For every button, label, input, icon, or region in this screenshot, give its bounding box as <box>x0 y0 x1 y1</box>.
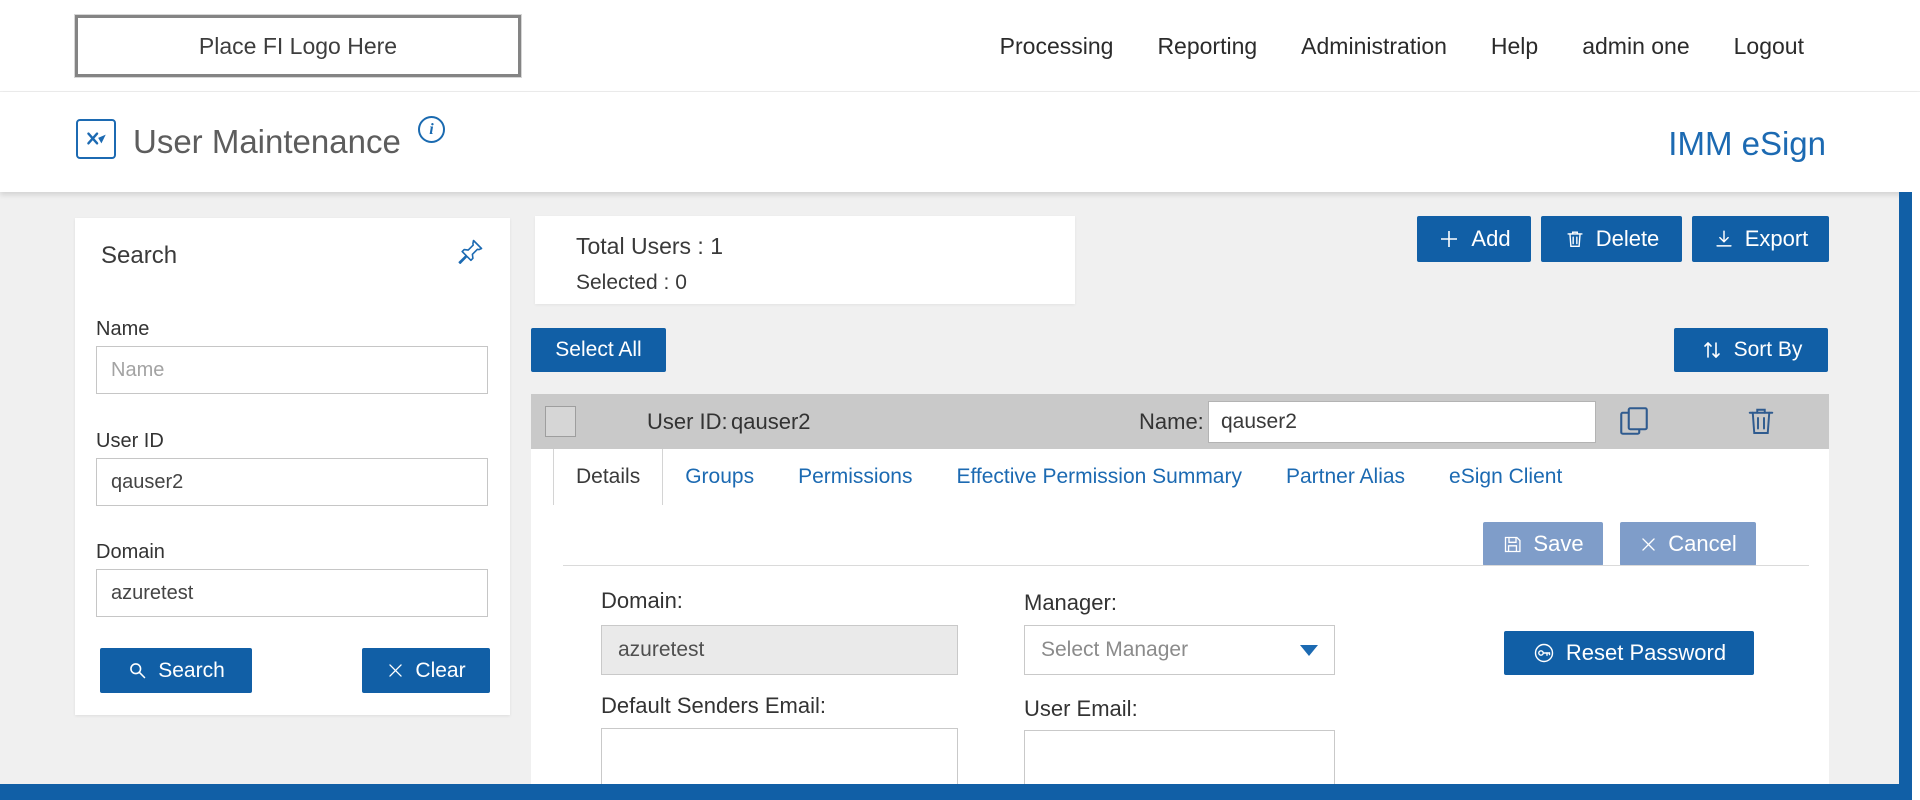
name-input[interactable] <box>1208 401 1596 443</box>
reset-password-button[interactable]: Reset Password <box>1504 631 1754 675</box>
select-all-label: Select All <box>555 338 641 362</box>
export-button[interactable]: Export <box>1692 216 1829 262</box>
delete-button[interactable]: Delete <box>1541 216 1682 262</box>
reset-password-label: Reset Password <box>1566 640 1726 666</box>
domain-field <box>601 625 958 675</box>
user-row-checkbox[interactable] <box>545 406 576 437</box>
delete-button-label: Delete <box>1596 226 1660 252</box>
name-label: Name: * <box>1139 409 1218 435</box>
nav-admin-user[interactable]: admin one <box>1582 33 1689 60</box>
save-button[interactable]: Save <box>1483 522 1603 566</box>
copy-user-icon[interactable] <box>1616 403 1654 441</box>
brand-title: IMM eSign <box>1668 125 1826 163</box>
sort-by-button[interactable]: Sort By <box>1674 328 1828 372</box>
nav-processing[interactable]: Processing <box>1000 33 1114 60</box>
user-id-label: User ID: <box>647 409 728 435</box>
title-bar: User Maintenance i IMM eSign <box>0 92 1920 192</box>
domain-field-label: Domain: <box>601 588 683 614</box>
search-button[interactable]: Search <box>100 648 252 693</box>
total-users-text: Total Users : 1 <box>576 233 723 260</box>
chevron-down-icon <box>1300 645 1318 656</box>
search-domain-label: Domain <box>96 541 165 564</box>
tab-esign-client[interactable]: eSign Client <box>1427 449 1584 505</box>
signature-x-icon <box>83 126 109 152</box>
key-icon <box>1532 641 1556 665</box>
nav-logout[interactable]: Logout <box>1734 33 1804 60</box>
search-icon <box>127 660 148 681</box>
cancel-button-label: Cancel <box>1668 531 1736 557</box>
manager-select-value: Select Manager <box>1041 638 1188 662</box>
nav-help[interactable]: Help <box>1491 33 1538 60</box>
search-button-label: Search <box>158 659 225 683</box>
search-name-input[interactable] <box>96 346 488 394</box>
trash-icon <box>1564 228 1586 250</box>
info-icon[interactable]: i <box>418 116 445 143</box>
default-senders-email-label: Default Senders Email: <box>601 693 826 719</box>
user-id-value: qauser2 <box>731 409 811 435</box>
manager-select[interactable]: Select Manager <box>1024 625 1335 675</box>
delete-user-icon[interactable] <box>1743 403 1781 441</box>
section-divider <box>563 565 1809 566</box>
search-userid-input[interactable] <box>96 458 488 506</box>
search-name-label: Name <box>96 318 149 341</box>
tab-effective-permission-summary[interactable]: Effective Permission Summary <box>934 449 1264 505</box>
search-panel: Search Name User ID Domain Search Clear <box>75 218 510 715</box>
save-button-label: Save <box>1533 531 1583 557</box>
user-detail-panel: User ID: qauser2 Name: * Details Groups … <box>531 394 1829 800</box>
search-userid-label: User ID <box>96 430 164 453</box>
close-icon <box>1639 535 1658 554</box>
fi-logo-placeholder: Place FI Logo Here <box>75 15 521 77</box>
user-email-label: User Email: <box>1024 696 1138 722</box>
sort-arrows-icon <box>1700 338 1724 362</box>
scrollbar-gutter <box>1912 192 1920 800</box>
top-nav: Processing Reporting Administration Help… <box>1000 0 1804 92</box>
tab-permissions[interactable]: Permissions <box>776 449 934 505</box>
manager-field-label: Manager: <box>1024 590 1117 616</box>
esign-app-icon <box>76 119 116 159</box>
cancel-button[interactable]: Cancel <box>1620 522 1756 566</box>
add-button-label: Add <box>1471 226 1510 252</box>
pin-icon[interactable] <box>454 236 486 268</box>
search-domain-input[interactable] <box>96 569 488 617</box>
sort-by-label: Sort By <box>1734 338 1803 362</box>
nav-administration[interactable]: Administration <box>1301 33 1447 60</box>
tab-partner-alias[interactable]: Partner Alias <box>1264 449 1427 505</box>
clear-button[interactable]: Clear <box>362 648 490 693</box>
save-floppy-icon <box>1502 534 1523 555</box>
page-title: User Maintenance <box>133 123 401 161</box>
nav-reporting[interactable]: Reporting <box>1157 33 1257 60</box>
clear-button-label: Clear <box>415 659 465 683</box>
tab-groups[interactable]: Groups <box>663 449 776 505</box>
page: Place FI Logo Here Processing Reporting … <box>0 0 1920 800</box>
vertical-scrollbar[interactable] <box>1899 192 1912 800</box>
detail-tabs: Details Groups Permissions Effective Per… <box>553 449 1584 505</box>
selected-count-text: Selected : 0 <box>576 271 687 295</box>
export-button-label: Export <box>1745 226 1809 252</box>
name-label-text: Name: <box>1139 409 1204 434</box>
close-icon <box>386 661 405 680</box>
download-icon <box>1713 228 1735 250</box>
results-summary-card: Total Users : 1 Selected : 0 <box>535 216 1075 304</box>
fi-logo-text: Place FI Logo Here <box>199 33 397 60</box>
tab-details[interactable]: Details <box>553 449 663 505</box>
plus-icon <box>1437 227 1461 251</box>
add-button[interactable]: Add <box>1417 216 1531 262</box>
select-all-button[interactable]: Select All <box>531 328 666 372</box>
bottom-accent-bar <box>0 784 1920 800</box>
search-panel-title: Search <box>101 242 177 270</box>
top-bar: Place FI Logo Here Processing Reporting … <box>0 0 1920 92</box>
